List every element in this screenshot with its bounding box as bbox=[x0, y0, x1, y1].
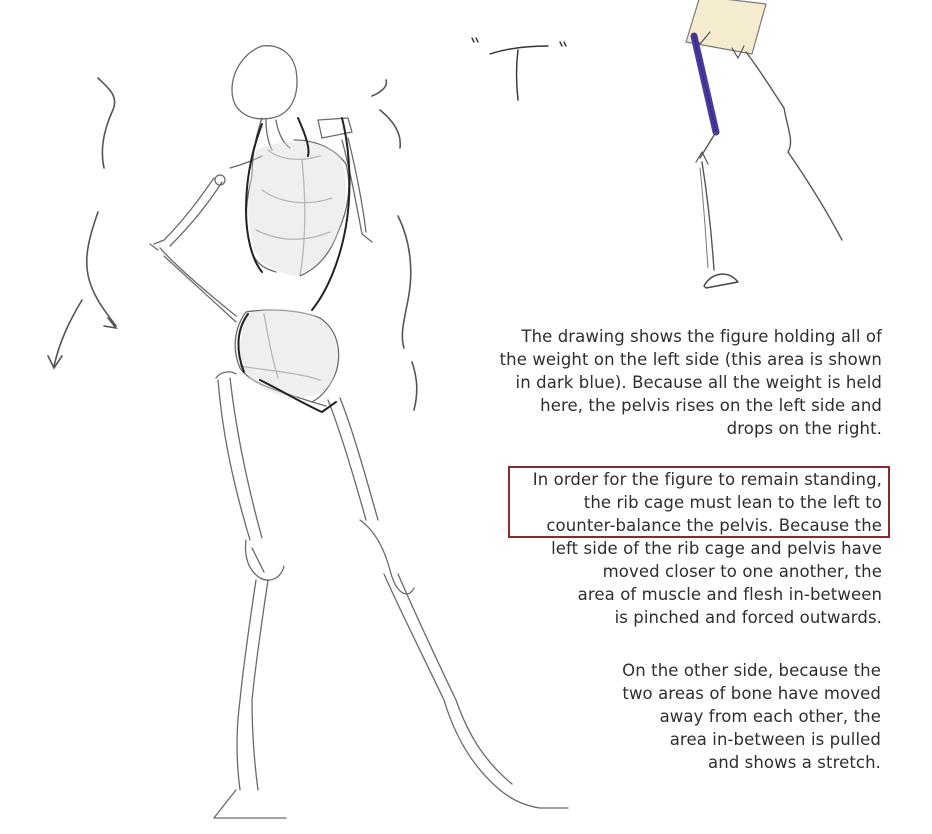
weight-diagram bbox=[685, 0, 843, 289]
text-line: counter-balance the pelvis. Because the bbox=[546, 516, 882, 535]
text-line: In order for the figure to remain standi… bbox=[532, 470, 882, 489]
text-line: area in-between is pulled bbox=[669, 730, 881, 749]
t-glyph-mark bbox=[471, 37, 567, 101]
text-line: in dark blue). Because all the weight is… bbox=[515, 373, 882, 392]
text-line: area of muscle and flesh in-between bbox=[577, 585, 882, 604]
text-line: is pinched and forced outwards. bbox=[614, 608, 882, 627]
text-line: and shows a stretch. bbox=[707, 753, 881, 772]
text-line: drops on the right. bbox=[726, 419, 882, 438]
paragraph-stretch-description: On the other side, because the two areas… bbox=[622, 659, 881, 774]
text-line: two areas of bone have moved bbox=[622, 684, 881, 703]
text-line: here, the pelvis rises on the left side … bbox=[540, 396, 882, 415]
text-line: the rib cage must lean to the left to bbox=[583, 493, 882, 512]
left-curved-gesture-marks bbox=[47, 77, 118, 370]
paragraph-weight-description: The drawing shows the figure holding all… bbox=[500, 325, 882, 440]
paragraph-rib-cage-description: In order for the figure to remain standi… bbox=[533, 468, 882, 629]
text-line: left side of the rib cage and pelvis hav… bbox=[551, 539, 882, 558]
text-line: the weight on the left side (this area i… bbox=[499, 350, 882, 369]
text-line: The drawing shows the figure holding all… bbox=[521, 327, 882, 346]
figure-shading bbox=[239, 141, 346, 398]
text-line: moved closer to one another, the bbox=[602, 562, 882, 581]
text-line: away from each other, the bbox=[659, 707, 881, 726]
right-curved-gesture-marks bbox=[371, 79, 418, 411]
text-line: On the other side, because the bbox=[622, 661, 881, 680]
